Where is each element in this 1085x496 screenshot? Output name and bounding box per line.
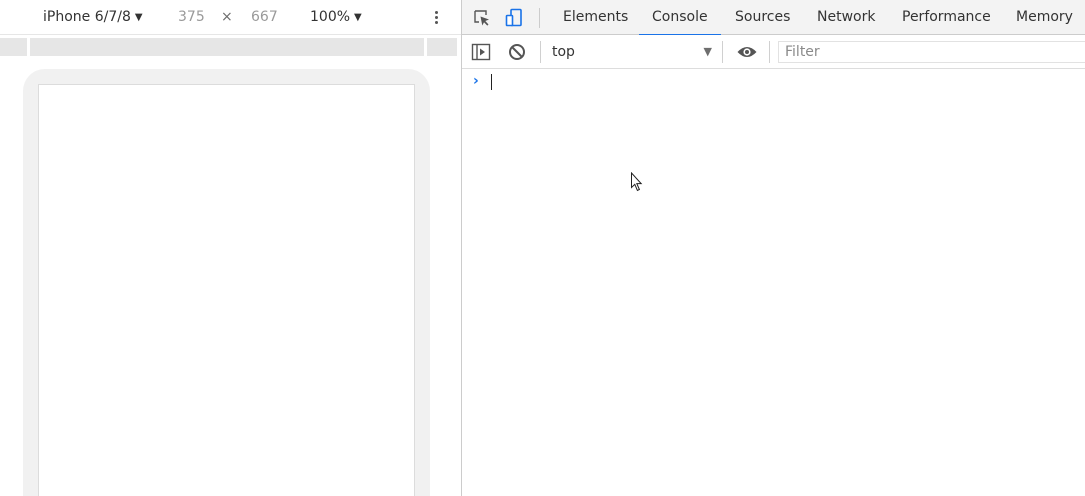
tab-memory[interactable]: Memory [1003,0,1085,35]
context-value: top [552,44,575,60]
dimension-separator: × [221,9,233,25]
console-toolbar: top ▼ [462,35,1085,69]
devtools-panel: Elements Console Sources Network Perform… [462,0,1085,496]
device-viewport[interactable] [38,84,415,496]
device-toolbar-icon[interactable] [504,8,524,28]
device-name: iPhone 6/7/8 [43,9,131,25]
chevron-down-icon: ▼ [134,12,143,23]
zoom-select[interactable]: 100% ▼ [310,0,362,35]
toolbar-divider [540,41,541,63]
device-width-input[interactable]: 375 [178,0,205,35]
tab-network[interactable]: Network [804,0,888,35]
inspect-element-icon[interactable] [472,8,492,28]
sidebar-toggle-icon[interactable] [471,42,491,62]
prompt-chevron-icon: › [473,73,479,89]
zoom-value: 100% [310,9,351,25]
text-caret [491,74,492,90]
device-toolbar: iPhone 6/7/8 ▼ 375 × 667 100% ▼ [0,0,461,35]
toolbar-divider [769,41,770,63]
eye-icon[interactable] [736,43,758,61]
console-prompt[interactable]: › [462,70,1085,94]
tab-console[interactable]: Console [639,0,721,36]
devtools-tabbar: Elements Console Sources Network Perform… [462,0,1085,36]
tab-elements[interactable]: Elements [550,0,641,35]
media-query-bar[interactable] [427,38,457,56]
chevron-down-icon: ▼ [703,45,712,58]
media-query-bar[interactable] [30,38,424,56]
tab-sources[interactable]: Sources [722,0,803,35]
media-query-bar[interactable] [0,38,27,56]
device-height-input[interactable]: 667 [251,0,278,35]
toolbar-divider [539,8,540,28]
device-emulation-pane: iPhone 6/7/8 ▼ 375 × 667 100% ▼ [0,0,461,496]
toolbar-divider [722,41,723,63]
context-select[interactable]: top ▼ [552,41,716,63]
tab-performance[interactable]: Performance [889,0,1004,35]
device-select[interactable]: iPhone 6/7/8 ▼ [43,0,143,35]
console-output[interactable]: › [462,70,1085,496]
clear-console-icon[interactable] [507,42,527,62]
more-options-icon[interactable] [430,0,444,35]
filter-input[interactable] [778,41,1085,63]
chevron-down-icon: ▼ [354,12,362,23]
